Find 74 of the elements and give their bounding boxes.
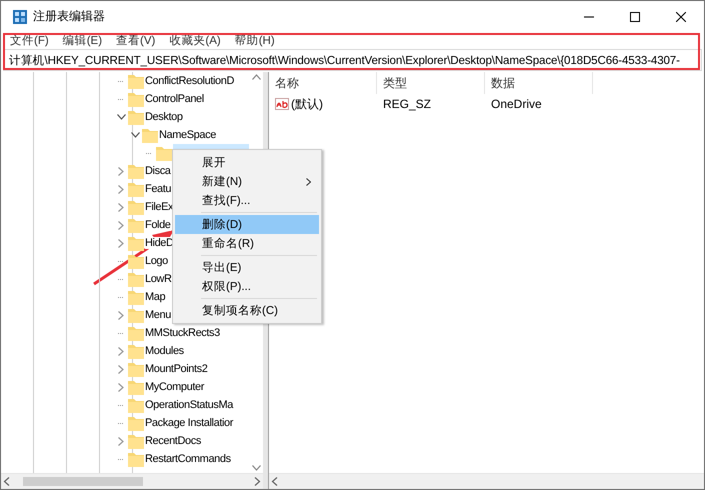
column-header[interactable]: 数据	[485, 72, 593, 94]
window-title: 注册表编辑器	[33, 8, 106, 25]
scroll-down-icon[interactable]	[252, 465, 260, 471]
folder-icon	[128, 344, 144, 358]
folder-icon	[128, 326, 144, 340]
menu-bar-entry[interactable]: 帮助(H)	[234, 32, 275, 48]
tree-item[interactable]: MMStuckRects3	[145, 327, 220, 339]
tree-item[interactable]: Package Installatior	[145, 417, 233, 429]
context-action[interactable]: 查找(F)...	[175, 191, 319, 210]
folder-icon	[128, 308, 144, 322]
folder-icon	[128, 164, 144, 178]
chevron-right-icon[interactable]	[118, 310, 124, 320]
folder-icon	[128, 452, 144, 466]
tree-item[interactable]: Menu	[145, 309, 171, 321]
tree-item[interactable]: OperationStatusMa	[145, 399, 233, 411]
folder-icon	[128, 182, 144, 196]
folder-icon	[128, 380, 144, 394]
folder-icon	[128, 218, 144, 232]
folder-icon	[128, 434, 144, 448]
value-data: OneDrive	[490, 97, 543, 111]
menu-bar-entry[interactable]: 查看(V)	[116, 32, 156, 48]
folder-icon	[128, 254, 144, 268]
tree-item[interactable]: RestartCommands	[145, 453, 231, 465]
chevron-down-icon[interactable]	[130, 132, 140, 138]
folder-icon	[128, 272, 144, 286]
string-value-icon	[275, 98, 289, 110]
folder-icon	[128, 74, 144, 88]
tree-item[interactable]: ControlPanel	[145, 93, 204, 105]
tree-item[interactable]: MyComputer	[145, 381, 204, 393]
folder-icon	[142, 128, 158, 142]
menu-bar-entry[interactable]: 收藏夹(A)	[169, 32, 221, 48]
tree-item[interactable]: Map	[145, 291, 166, 303]
value-name: (默认)	[291, 96, 323, 112]
menu-bar-entry[interactable]: 编辑(E)	[62, 32, 102, 48]
tree-item[interactable]: Disca	[145, 165, 171, 177]
chevron-right-icon[interactable]	[118, 436, 124, 446]
tree-item[interactable]: RecentDocs	[145, 435, 201, 447]
context-action[interactable]: 导出(E)	[175, 258, 319, 277]
tree-item[interactable]: Featu	[145, 183, 172, 195]
context-action[interactable]: 展开	[175, 153, 319, 172]
maximize-icon	[630, 12, 640, 22]
folder-icon	[156, 146, 172, 160]
tree-item[interactable]: Modules	[145, 345, 184, 357]
tree-item[interactable]: ConflictResolutionD	[145, 75, 234, 87]
menu-bar-entry[interactable]: 文件(F)	[10, 32, 49, 48]
tree-item[interactable]: LowR	[145, 273, 172, 285]
chevron-down-icon[interactable]	[116, 114, 126, 120]
folder-icon	[128, 398, 144, 412]
folder-icon	[128, 236, 144, 250]
context-action[interactable]: 新建(N)	[175, 172, 319, 191]
close-icon	[676, 12, 686, 22]
scroll-up-icon[interactable]	[252, 74, 260, 80]
context-action[interactable]: 重命名(R)	[175, 234, 319, 253]
context-action[interactable]: 复制项名称(C)	[175, 301, 319, 320]
scrollbar-thumb[interactable]	[23, 477, 143, 486]
column-header[interactable]: 名称	[269, 72, 377, 94]
context-action[interactable]: 删除(D)	[175, 215, 319, 234]
tree-item[interactable]: NameSpace	[159, 129, 216, 141]
tree-item[interactable]: Folde	[145, 219, 171, 231]
context-action[interactable]: 权限(P)...	[175, 277, 319, 296]
registry-icon	[13, 10, 27, 24]
value-type: REG_SZ	[382, 97, 432, 111]
folder-icon	[128, 362, 144, 376]
column-header[interactable]: 类型	[377, 72, 485, 94]
tree-item[interactable]: MountPoints2	[145, 363, 208, 375]
folder-icon	[128, 92, 144, 106]
tree-item[interactable]: FileEx	[145, 201, 174, 213]
tree-item[interactable]: Desktop	[145, 111, 183, 123]
tree-item[interactable]: Logo	[145, 255, 168, 267]
address-field[interactable]: 计算机\HKEY_CURRENT_USER\Software\Microsoft\Windows\CurrentVersion\Explorer\Desktop\NameSpace\{018D5C66-4533-4307-	[3, 49, 702, 71]
folder-icon	[128, 200, 144, 214]
folder-icon	[128, 416, 144, 430]
folder-icon	[128, 290, 144, 304]
folder-icon	[128, 110, 144, 124]
